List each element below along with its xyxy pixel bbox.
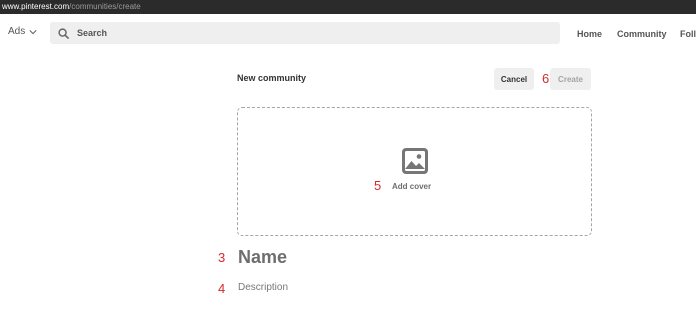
search-icon: [58, 27, 69, 39]
add-cover-area[interactable]: 5 Add cover: [237, 107, 592, 236]
annotation-marker-5: 5: [374, 178, 382, 193]
annotation-marker-4: 4: [218, 281, 226, 296]
chevron-down-icon: [29, 29, 37, 34]
ads-label: Ads: [8, 26, 26, 37]
nav-community[interactable]: Community: [617, 29, 667, 39]
name-field[interactable]: Name: [238, 247, 287, 268]
url-path: /communities/create: [69, 2, 141, 11]
nav-home[interactable]: Home: [577, 29, 602, 39]
create-button[interactable]: Create: [550, 68, 591, 90]
nav-following[interactable]: Foll: [680, 29, 696, 39]
image-icon: [402, 148, 428, 174]
description-field[interactable]: Description: [238, 282, 288, 293]
add-cover-label: Add cover: [392, 182, 432, 191]
search-bar[interactable]: [50, 22, 560, 44]
annotation-marker-3: 3: [218, 250, 226, 265]
url-host: www.pinterest.com: [2, 2, 70, 11]
cancel-button[interactable]: Cancel: [494, 68, 534, 90]
ads-dropdown[interactable]: Ads: [8, 26, 37, 37]
top-header: Ads Home Community Foll: [0, 14, 696, 52]
browser-url-bar[interactable]: www.pinterest.com/communities/create: [0, 0, 696, 14]
search-input[interactable]: [77, 28, 537, 38]
annotation-marker-6: 6: [542, 71, 550, 86]
page-title: New community: [237, 73, 307, 83]
